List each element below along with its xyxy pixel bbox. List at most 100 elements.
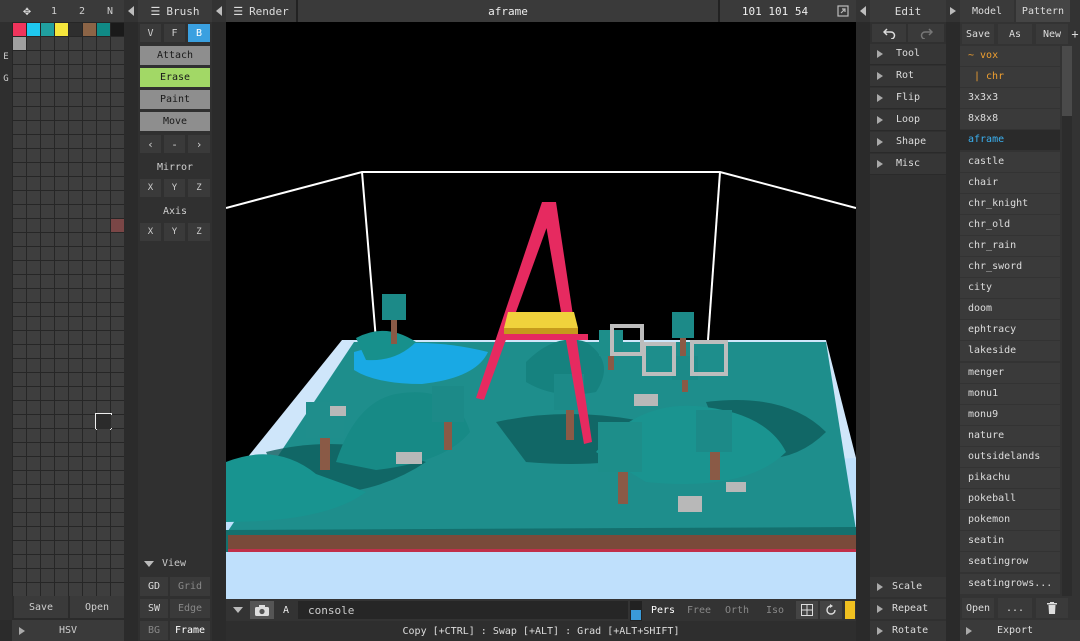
console-toggle-icon[interactable] [228, 601, 248, 619]
palette-swatch[interactable] [69, 289, 82, 302]
palette-swatch[interactable] [69, 219, 82, 232]
palette-swatch[interactable] [69, 65, 82, 78]
palette-swatch[interactable] [111, 163, 124, 176]
palette-swatch[interactable] [69, 569, 82, 582]
palette-swatch[interactable] [111, 527, 124, 540]
palette-swatch[interactable] [97, 177, 110, 190]
palette-swatch[interactable] [55, 233, 68, 246]
palette-swatch[interactable] [13, 513, 26, 526]
grid-gd-button[interactable]: GD [140, 577, 168, 596]
palette-swatch[interactable] [83, 457, 96, 470]
palette-swatch[interactable] [83, 191, 96, 204]
palette-swatch[interactable] [69, 261, 82, 274]
collapse-brush-icon[interactable] [212, 0, 226, 22]
palette-swatch[interactable] [97, 485, 110, 498]
sw-button[interactable]: SW [140, 599, 168, 618]
palette-swatch[interactable] [111, 359, 124, 372]
palette-swatch[interactable] [111, 93, 124, 106]
palette-swatch[interactable] [41, 247, 54, 260]
palette-swatch[interactable] [27, 317, 40, 330]
collapse-model-icon[interactable] [946, 0, 960, 22]
palette-swatch[interactable] [111, 429, 124, 442]
palette-swatch[interactable] [83, 289, 96, 302]
camera-icon[interactable] [250, 601, 274, 619]
palette-swatch[interactable] [111, 79, 124, 92]
pers-button[interactable]: Pers [646, 601, 680, 619]
palette-swatch[interactable] [111, 51, 124, 64]
palette-swatch[interactable] [55, 205, 68, 218]
palette-swatch[interactable] [97, 569, 110, 582]
palette-swatch[interactable] [83, 415, 96, 428]
palette-save-button[interactable]: Save [14, 596, 68, 618]
file-item[interactable]: 8x8x8 [960, 109, 1060, 130]
palette-swatch[interactable] [111, 289, 124, 302]
palette-swatch[interactable] [55, 289, 68, 302]
palette-swatch[interactable] [69, 163, 82, 176]
palette-swatch[interactable] [41, 457, 54, 470]
palette-swatch[interactable] [97, 121, 110, 134]
palette-swatch[interactable] [83, 93, 96, 106]
palette-swatch[interactable] [41, 331, 54, 344]
move-button[interactable]: Move [140, 112, 210, 131]
mirror-x-button[interactable]: X [140, 179, 161, 197]
palette-swatch[interactable] [111, 65, 124, 78]
palette-swatch[interactable] [41, 527, 54, 540]
file-item[interactable]: aframe [960, 130, 1060, 151]
palette-swatch[interactable] [41, 373, 54, 386]
palette-swatch[interactable] [97, 317, 110, 330]
palette-swatch[interactable] [55, 331, 68, 344]
palette-swatch[interactable] [83, 247, 96, 260]
palette-swatch[interactable] [83, 527, 96, 540]
paint-button[interactable]: Paint [140, 90, 210, 109]
file-item[interactable]: menger [960, 362, 1060, 383]
palette-tab-1[interactable]: 1 [42, 2, 66, 20]
palette-swatch[interactable] [83, 37, 96, 50]
palette-swatch[interactable] [13, 415, 26, 428]
palette-swatch[interactable] [83, 331, 96, 344]
palette-swatch[interactable] [41, 541, 54, 554]
palette-swatch[interactable] [83, 205, 96, 218]
bg-button[interactable]: BG [140, 621, 168, 640]
palette-swatch[interactable] [27, 79, 40, 92]
palette-swatch[interactable] [69, 415, 82, 428]
palette-swatch[interactable] [41, 569, 54, 582]
palette-swatch[interactable] [69, 429, 82, 442]
palette-swatch[interactable] [97, 303, 110, 316]
palette-swatch[interactable] [97, 247, 110, 260]
palette-swatch[interactable] [55, 79, 68, 92]
palette-swatch[interactable] [55, 443, 68, 456]
palette-swatch[interactable] [55, 499, 68, 512]
palette-swatch[interactable] [97, 331, 110, 344]
palette-swatch[interactable] [111, 303, 124, 316]
palette-swatch[interactable] [27, 485, 40, 498]
file-item[interactable]: nature [960, 425, 1060, 446]
palette-swatch[interactable] [69, 555, 82, 568]
palette-swatch[interactable] [13, 107, 26, 120]
palette-swatch[interactable] [41, 177, 54, 190]
palette-swatch[interactable] [55, 583, 68, 596]
edit-item-repeat[interactable]: Repeat [870, 599, 946, 619]
palette-swatch[interactable] [13, 317, 26, 330]
palette-swatch[interactable] [97, 79, 110, 92]
palette-swatch[interactable] [83, 555, 96, 568]
palette-swatch[interactable] [83, 513, 96, 526]
palette-swatch[interactable] [27, 513, 40, 526]
palette-swatch[interactable] [83, 121, 96, 134]
palette-swatch[interactable] [13, 79, 26, 92]
palette-swatch[interactable] [27, 415, 40, 428]
palette-swatch[interactable] [27, 457, 40, 470]
palette-swatch[interactable] [41, 317, 54, 330]
palette-swatch[interactable] [41, 359, 54, 372]
palette-open-button[interactable]: Open [70, 596, 124, 618]
palette-swatch[interactable] [27, 443, 40, 456]
file-item[interactable]: seatingrow [960, 552, 1060, 573]
file-item[interactable]: seatingrows... [960, 573, 1060, 594]
file-item[interactable]: outsidelands [960, 446, 1060, 467]
palette-swatch[interactable] [97, 149, 110, 162]
palette-swatch[interactable] [41, 387, 54, 400]
palette-swatch[interactable] [111, 569, 124, 582]
axis-x-button[interactable]: X [140, 223, 161, 241]
palette-swatch[interactable] [13, 233, 26, 246]
palette-swatch[interactable] [97, 583, 110, 596]
palette-swatch[interactable] [97, 37, 110, 50]
